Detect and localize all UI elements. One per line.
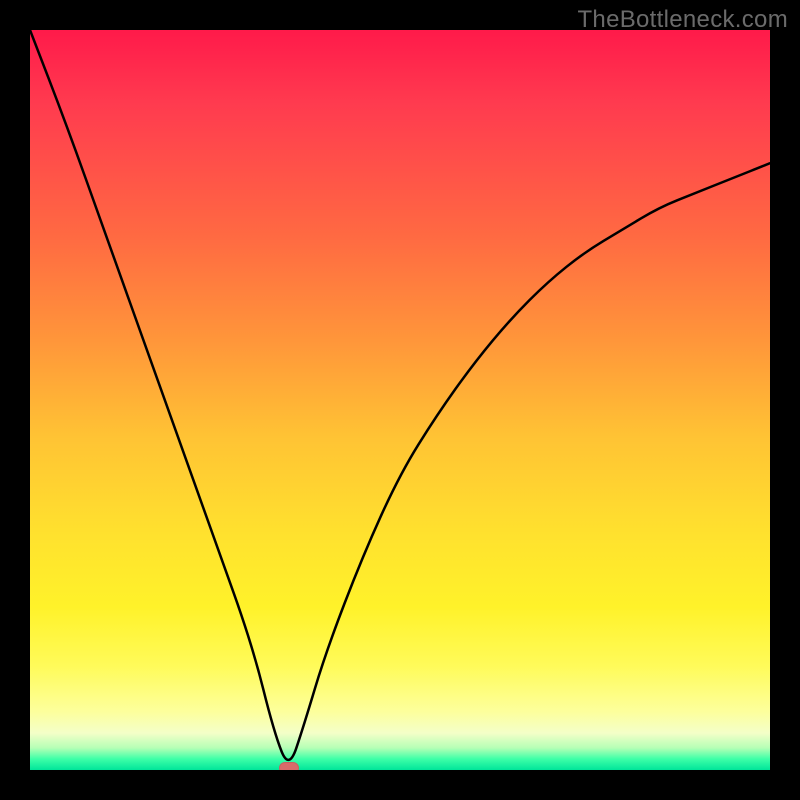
chart-root: TheBottleneck.com	[0, 0, 800, 800]
optimal-point-marker	[279, 762, 299, 770]
bottleneck-curve	[30, 30, 770, 770]
plot-area	[30, 30, 770, 770]
